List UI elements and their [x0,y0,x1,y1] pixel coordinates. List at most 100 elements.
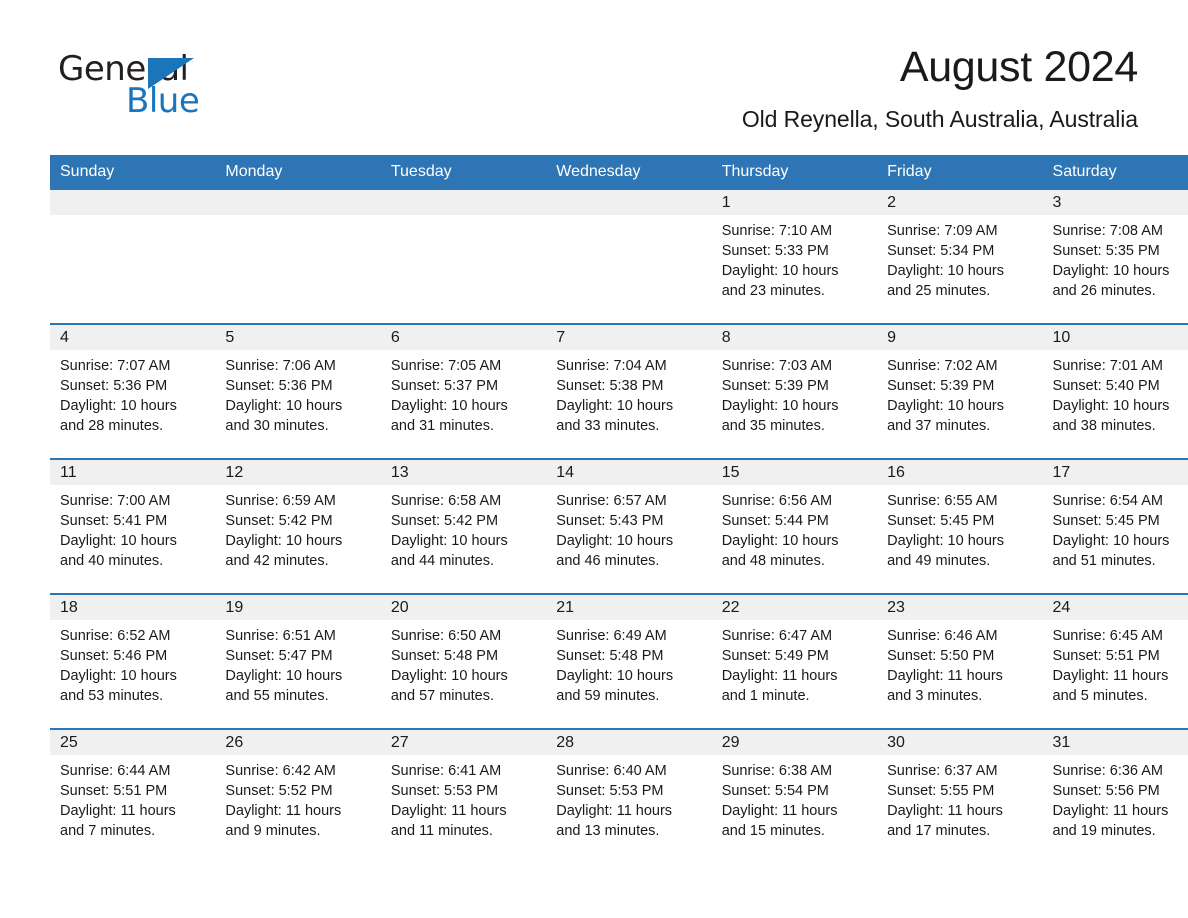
day-number: 5 [215,325,381,350]
day-cell-body: 25 Sunrise: 6:44 AM Sunset: 5:51 PM Dayligh… [50,730,216,863]
calendar-day-cell[interactable]: 2 Sunrise: 7:09 AM Sunset: 5:34 PM Daylight… [877,190,1043,324]
day-number: 31 [1042,730,1188,755]
daylight-duration-line2: and 5 minutes. [1052,688,1148,704]
calendar-day-cell[interactable]: 20 Sunrise: 6:50 AM Sunset: 5:48 PM Dayligh… [380,593,547,729]
daylight-duration-line1: Daylight: 11 hours [225,803,342,819]
sunrise-time: Sunrise: 6:41 AM [390,763,502,779]
page-header: General Blue August 2024 Old Reynella, S… [50,0,1138,134]
daylight-duration-line2: and 37 minutes. [887,418,991,434]
day-cell-body: 18 Sunrise: 6:52 AM Sunset: 5:46 PM Dayligh… [50,595,216,728]
daylight-duration-line1: Daylight: 10 hours [225,668,343,684]
daylight-duration-line1: Daylight: 11 hours [556,803,673,819]
calendar-day-cell[interactable]: 4 Sunrise: 7:07 AM Sunset: 5:36 PM Daylight… [50,323,216,459]
calendar-day-cell[interactable]: 21 Sunrise: 6:49 AM Sunset: 5:48 PM Dayligh… [546,593,712,729]
daylight-duration-line1: Daylight: 10 hours [225,533,343,549]
sunrise-time: Sunrise: 7:10 AM [721,223,833,239]
calendar-day-cell[interactable]: 23 Sunrise: 6:46 AM Sunset: 5:50 PM Dayligh… [877,593,1043,729]
sunrise-time: Sunrise: 6:57 AM [556,493,667,509]
daylight-duration-line1: Daylight: 10 hours [887,398,1004,414]
daylight-duration-line2: and 28 minutes. [60,418,164,434]
day-sun-info: Sunrise: 6:42 AM Sunset: 5:52 PM Daylight:… [215,755,380,841]
day-sun-info: Sunrise: 6:55 AM Sunset: 5:45 PM Daylight:… [877,485,1042,571]
calendar-day-cell[interactable]: 17 Sunrise: 6:54 AM Sunset: 5:45 PM Dayligh… [1042,458,1188,594]
daylight-duration-line2: and 35 minutes. [721,418,825,434]
day-number [215,190,381,215]
calendar-day-cell[interactable]: 28 Sunrise: 6:40 AM Sunset: 5:53 PM Dayligh… [546,728,712,863]
sunset-time: Sunset: 5:38 PM [556,378,664,394]
calendar-day-cell[interactable]: 3 Sunrise: 7:08 AM Sunset: 5:35 PM Daylight… [1042,190,1188,324]
calendar-day-cell[interactable]: 22 Sunrise: 6:47 AM Sunset: 5:49 PM Dayligh… [711,593,878,729]
day-number: 7 [546,325,712,350]
calendar-day-cell [380,190,547,324]
calendar-day-cell[interactable]: 27 Sunrise: 6:41 AM Sunset: 5:53 PM Dayligh… [380,728,547,863]
calendar-day-cell[interactable]: 19 Sunrise: 6:51 AM Sunset: 5:47 PM Dayligh… [215,593,381,729]
calendar-day-cell[interactable]: 11 Sunrise: 7:00 AM Sunset: 5:41 PM Dayligh… [50,458,216,594]
sunrise-time: Sunrise: 7:09 AM [887,223,998,239]
day-sun-info: Sunrise: 6:59 AM Sunset: 5:42 PM Daylight:… [215,485,380,571]
day-cell-body: 17 Sunrise: 6:54 AM Sunset: 5:45 PM Dayligh… [1042,460,1188,593]
sunset-time: Sunset: 5:54 PM [721,783,829,799]
day-sun-info: Sunrise: 7:09 AM Sunset: 5:34 PM Daylight:… [877,215,1042,301]
calendar-day-cell[interactable]: 24 Sunrise: 6:45 AM Sunset: 5:51 PM Dayligh… [1042,593,1188,729]
sunset-time: Sunset: 5:51 PM [60,783,168,799]
daylight-duration-line2: and 31 minutes. [390,418,495,434]
day-cell-body: 19 Sunrise: 6:51 AM Sunset: 5:47 PM Dayligh… [215,595,381,728]
sunrise-time: Sunrise: 6:51 AM [225,628,336,644]
sunrise-time: Sunrise: 6:55 AM [887,493,998,509]
day-sun-info: Sunrise: 6:56 AM Sunset: 5:44 PM Daylight:… [712,485,877,571]
daylight-duration-line2: and 49 minutes. [887,553,991,569]
calendar-day-cell[interactable]: 14 Sunrise: 6:57 AM Sunset: 5:43 PM Dayligh… [546,458,712,594]
calendar-day-cell[interactable]: 10 Sunrise: 7:01 AM Sunset: 5:40 PM Dayligh… [1042,323,1188,459]
sunrise-time: Sunrise: 6:52 AM [60,628,171,644]
day-sun-info: Sunrise: 6:57 AM Sunset: 5:43 PM Daylight:… [546,485,711,571]
sunrise-time: Sunrise: 6:45 AM [1052,628,1163,644]
calendar-day-cell[interactable]: 31 Sunrise: 6:36 AM Sunset: 5:56 PM Dayligh… [1042,728,1188,863]
day-cell-body: 16 Sunrise: 6:55 AM Sunset: 5:45 PM Dayligh… [877,460,1043,593]
daylight-duration-line2: and 13 minutes. [556,823,660,839]
daylight-duration-line2: and 42 minutes. [225,553,329,569]
sunrise-time: Sunrise: 7:05 AM [390,358,502,374]
calendar-day-cell[interactable]: 7 Sunrise: 7:04 AM Sunset: 5:38 PM Daylight… [546,323,712,459]
calendar-day-cell[interactable]: 1 Sunrise: 7:10 AM Sunset: 5:33 PM Daylight… [711,190,878,324]
sunrise-time: Sunrise: 6:36 AM [1052,763,1163,779]
day-number: 24 [1042,595,1188,620]
calendar-day-cell[interactable]: 13 Sunrise: 6:58 AM Sunset: 5:42 PM Dayligh… [380,458,547,594]
sunrise-time: Sunrise: 6:50 AM [390,628,502,644]
daylight-duration-line1: Daylight: 10 hours [390,398,508,414]
daylight-duration-line1: Daylight: 10 hours [1052,263,1170,279]
day-number: 11 [50,460,216,485]
calendar-day-cell[interactable]: 6 Sunrise: 7:05 AM Sunset: 5:37 PM Daylight… [380,323,547,459]
day-cell-body: 9 Sunrise: 7:02 AM Sunset: 5:39 PM Daylight… [877,325,1043,458]
sunset-time: Sunset: 5:34 PM [887,243,995,259]
day-sun-info: Sunrise: 7:10 AM Sunset: 5:33 PM Daylight:… [712,215,877,301]
day-number: 3 [1042,190,1188,215]
calendar-day-cell[interactable]: 12 Sunrise: 6:59 AM Sunset: 5:42 PM Dayligh… [215,458,381,594]
day-sun-info: Sunrise: 7:02 AM Sunset: 5:39 PM Daylight:… [877,350,1042,436]
calendar-week-row: 25 Sunrise: 6:44 AM Sunset: 5:51 PM Dayligh… [50,728,1188,863]
calendar-day-cell[interactable]: 18 Sunrise: 6:52 AM Sunset: 5:46 PM Dayligh… [50,593,216,729]
calendar-day-cell[interactable]: 15 Sunrise: 6:56 AM Sunset: 5:44 PM Dayligh… [711,458,878,594]
day-sun-info: Sunrise: 6:40 AM Sunset: 5:53 PM Daylight:… [546,755,711,841]
day-number [546,190,712,215]
calendar-day-cell[interactable]: 25 Sunrise: 6:44 AM Sunset: 5:51 PM Dayligh… [50,728,216,863]
calendar-day-cell[interactable]: 9 Sunrise: 7:02 AM Sunset: 5:39 PM Daylight… [877,323,1043,459]
daylight-duration-line2: and 48 minutes. [721,553,825,569]
sunrise-time: Sunrise: 7:01 AM [1052,358,1163,374]
calendar-day-cell[interactable]: 5 Sunrise: 7:06 AM Sunset: 5:36 PM Daylight… [215,323,381,459]
daylight-duration-line2: and 23 minutes. [721,283,825,299]
daylight-duration-line2: and 1 minute. [721,688,810,704]
day-cell-body: 14 Sunrise: 6:57 AM Sunset: 5:43 PM Dayligh… [546,460,712,593]
sunrise-time: Sunrise: 7:06 AM [225,358,336,374]
calendar-day-cell[interactable]: 30 Sunrise: 6:37 AM Sunset: 5:55 PM Dayligh… [877,728,1043,863]
day-number: 21 [546,595,712,620]
calendar-day-cell[interactable]: 29 Sunrise: 6:38 AM Sunset: 5:54 PM Dayligh… [711,728,878,863]
day-cell-body [380,190,547,323]
sunrise-time: Sunrise: 6:38 AM [721,763,833,779]
calendar-day-cell[interactable]: 8 Sunrise: 7:03 AM Sunset: 5:39 PM Daylight… [711,323,878,459]
general-blue-logo[interactable]: General Blue [50,40,250,118]
day-number: 15 [711,460,878,485]
sunset-time: Sunset: 5:48 PM [390,648,499,664]
daylight-duration-line1: Daylight: 11 hours [721,668,838,684]
calendar-day-cell[interactable]: 16 Sunrise: 6:55 AM Sunset: 5:45 PM Dayligh… [877,458,1043,594]
calendar-day-cell[interactable]: 26 Sunrise: 6:42 AM Sunset: 5:52 PM Dayligh… [215,728,381,863]
